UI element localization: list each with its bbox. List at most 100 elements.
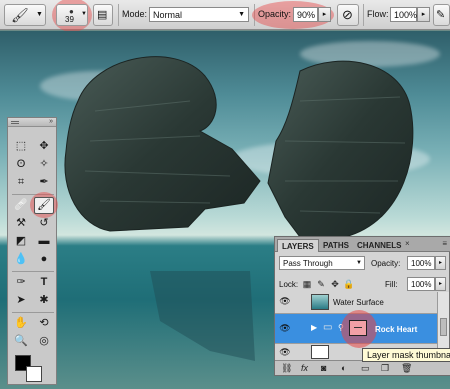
layer-opacity-arrow[interactable]: ▸ <box>435 256 446 270</box>
layer-thumbnail[interactable] <box>311 294 329 310</box>
airbrush-icon: ✎ <box>436 9 446 21</box>
flow-value: 100% <box>394 10 418 20</box>
eye-icon[interactable]: 👁 <box>278 322 292 335</box>
pen-tool[interactable]: ✑ <box>11 274 31 291</box>
lock-transparent-icon[interactable]: ▦ <box>301 278 313 290</box>
lasso-tool[interactable]: ʘ <box>11 156 31 173</box>
shape-tool[interactable]: ✱ <box>34 292 54 309</box>
3d-tool[interactable]: ◎ <box>34 333 54 350</box>
tab-channels[interactable]: CHANNELS <box>353 239 405 252</box>
tab-layers[interactable]: LAYERS <box>277 239 319 252</box>
airbrush-button[interactable]: ✎ <box>433 4 450 26</box>
chevron-down-icon: ▼ <box>356 260 362 266</box>
fill-value: 100% <box>411 280 432 289</box>
expand-arrow-icon[interactable]: ▶ <box>311 323 317 332</box>
lock-image-icon[interactable]: ✎ <box>315 278 327 290</box>
brush-tool[interactable]: 🖌 <box>34 197 54 214</box>
scrollbar-thumb[interactable] <box>440 318 447 336</box>
blur-tool[interactable]: 💧 <box>11 251 31 268</box>
divider <box>12 312 54 313</box>
brush-panel-toggle[interactable]: ▤ <box>93 4 113 26</box>
blend-mode-select[interactable]: Pass Through ▼ <box>279 256 365 270</box>
close-icon[interactable]: × <box>405 239 410 248</box>
delete-layer-icon[interactable]: 🗑 <box>401 363 412 374</box>
layer-mask-thumbnail[interactable] <box>349 320 367 336</box>
clone-stamp-tool[interactable]: ⚒ <box>11 215 31 232</box>
opacity-field[interactable]: 90% <box>293 7 318 22</box>
collapse-icon[interactable]: » <box>49 118 53 125</box>
rock-right-half <box>267 60 414 238</box>
path-selection-tool[interactable]: ➤ <box>11 292 31 309</box>
eye-icon[interactable]: 👁 <box>278 346 292 359</box>
crop-tool[interactable]: ⌗ <box>11 174 31 191</box>
eraser-tool[interactable]: ◩ <box>11 233 31 250</box>
lock-position-icon[interactable]: ✥ <box>329 278 341 290</box>
fx-icon[interactable]: fx <box>301 363 308 373</box>
gradient-tool[interactable]: ▬ <box>34 233 54 250</box>
layers-panel-footer: ⛓ fx ◙ ◐ ▭ ❐ 🗑 <box>275 360 450 375</box>
zoom-tool[interactable]: 🔍 <box>11 333 31 350</box>
brush-panel-icon: ▤ <box>97 9 108 21</box>
quick-selection-tool[interactable]: ✧ <box>34 156 54 173</box>
options-bar: 🖌 ▼ ● 39 ▼ ▤ Mode: Normal ▼ Opacity: 90%… <box>0 0 450 32</box>
flow-field[interactable]: 100% <box>390 7 417 22</box>
layer-name: Water Surface <box>333 298 384 307</box>
layer-opacity-value: 100% <box>411 259 432 268</box>
lock-label: Lock: <box>279 280 299 289</box>
rock-shadow <box>150 271 255 361</box>
flow-slider-arrow[interactable]: ▸ <box>417 7 430 22</box>
opacity-label: Opacity: <box>258 9 292 19</box>
blend-mode-value: Pass Through <box>283 259 333 268</box>
pen-pressure-icon: ⊘ <box>342 7 353 22</box>
separator <box>118 4 119 26</box>
add-mask-icon[interactable]: ◙ <box>321 363 326 373</box>
lock-all-icon[interactable]: 🔒 <box>343 278 355 290</box>
divider <box>12 271 54 272</box>
new-group-icon[interactable]: ▭ <box>361 363 370 374</box>
type-tool[interactable]: T <box>34 274 54 291</box>
brush-icon: 🖌 <box>11 7 29 23</box>
mode-label: Mode: <box>122 9 148 19</box>
mode-value: Normal <box>153 10 183 20</box>
dodge-tool[interactable]: ● <box>34 251 54 268</box>
adjustment-layer-icon[interactable]: ◐ <box>341 363 346 373</box>
panel-menu-icon[interactable]: ≡ <box>442 239 447 248</box>
flow-label: Flow: <box>367 9 389 19</box>
tools-panel: » ⬚ ✥ ʘ ✧ ⌗ ✒ 🩹 🖌 ⚒ ↺ ◩ ▬ 💧 ● ✑ T ➤ ✱ ✋ … <box>7 117 58 385</box>
chevron-down-icon: ▼ <box>81 11 87 17</box>
mode-select[interactable]: Normal ▼ <box>149 7 249 22</box>
tab-paths[interactable]: PATHS <box>319 239 353 252</box>
background-color-swatch[interactable] <box>26 366 42 382</box>
pressure-opacity-button[interactable]: ⊘ <box>337 4 359 26</box>
link-layers-icon[interactable]: ⛓ <box>281 363 292 374</box>
layers-panel-tabbar: LAYERS PATHS CHANNELS × ≡ <box>275 237 450 252</box>
layers-scrollbar[interactable] <box>437 292 449 356</box>
brush-icon: 🖌 <box>37 199 51 211</box>
rectangular-marquee-tool[interactable]: ⬚ <box>11 138 31 155</box>
brush-size-value: 39 <box>65 15 74 24</box>
history-brush-tool[interactable]: ↺ <box>34 215 54 232</box>
brush-preset-button[interactable]: ● 39 ▼ <box>56 4 88 26</box>
layer-thumbnail[interactable] <box>311 345 329 359</box>
layer-row-rock-heart[interactable]: 👁 ▶ ▭ ⚲ Rock Heart <box>275 310 437 348</box>
eyedropper-tool[interactable]: ✒ <box>34 174 54 191</box>
opacity-value: 90% <box>297 10 316 20</box>
fill-field[interactable]: 100% <box>407 277 435 291</box>
grip-icon <box>11 121 19 124</box>
layer-opacity-field[interactable]: 100% <box>407 256 435 270</box>
hand-tool[interactable]: ✋ <box>11 315 31 332</box>
opacity-slider-arrow[interactable]: ▸ <box>318 7 331 22</box>
rotate-view-tool[interactable]: ⟲ <box>34 315 54 332</box>
new-layer-icon[interactable]: ❐ <box>381 363 389 374</box>
fill-arrow[interactable]: ▸ <box>435 277 446 291</box>
tools-panel-header[interactable]: » <box>8 118 56 127</box>
layer-name: Rock Heart <box>375 325 418 334</box>
eye-icon[interactable]: 👁 <box>278 295 292 308</box>
fill-label: Fill: <box>385 280 398 289</box>
move-tool[interactable]: ✥ <box>34 138 54 155</box>
tool-preset-picker[interactable]: 🖌 ▼ <box>4 4 46 26</box>
folder-icon: ▭ <box>323 322 333 333</box>
layer-mask-tooltip: Layer mask thumbna <box>362 348 450 362</box>
healing-brush-tool[interactable]: 🩹 <box>11 197 31 214</box>
separator <box>363 4 364 26</box>
